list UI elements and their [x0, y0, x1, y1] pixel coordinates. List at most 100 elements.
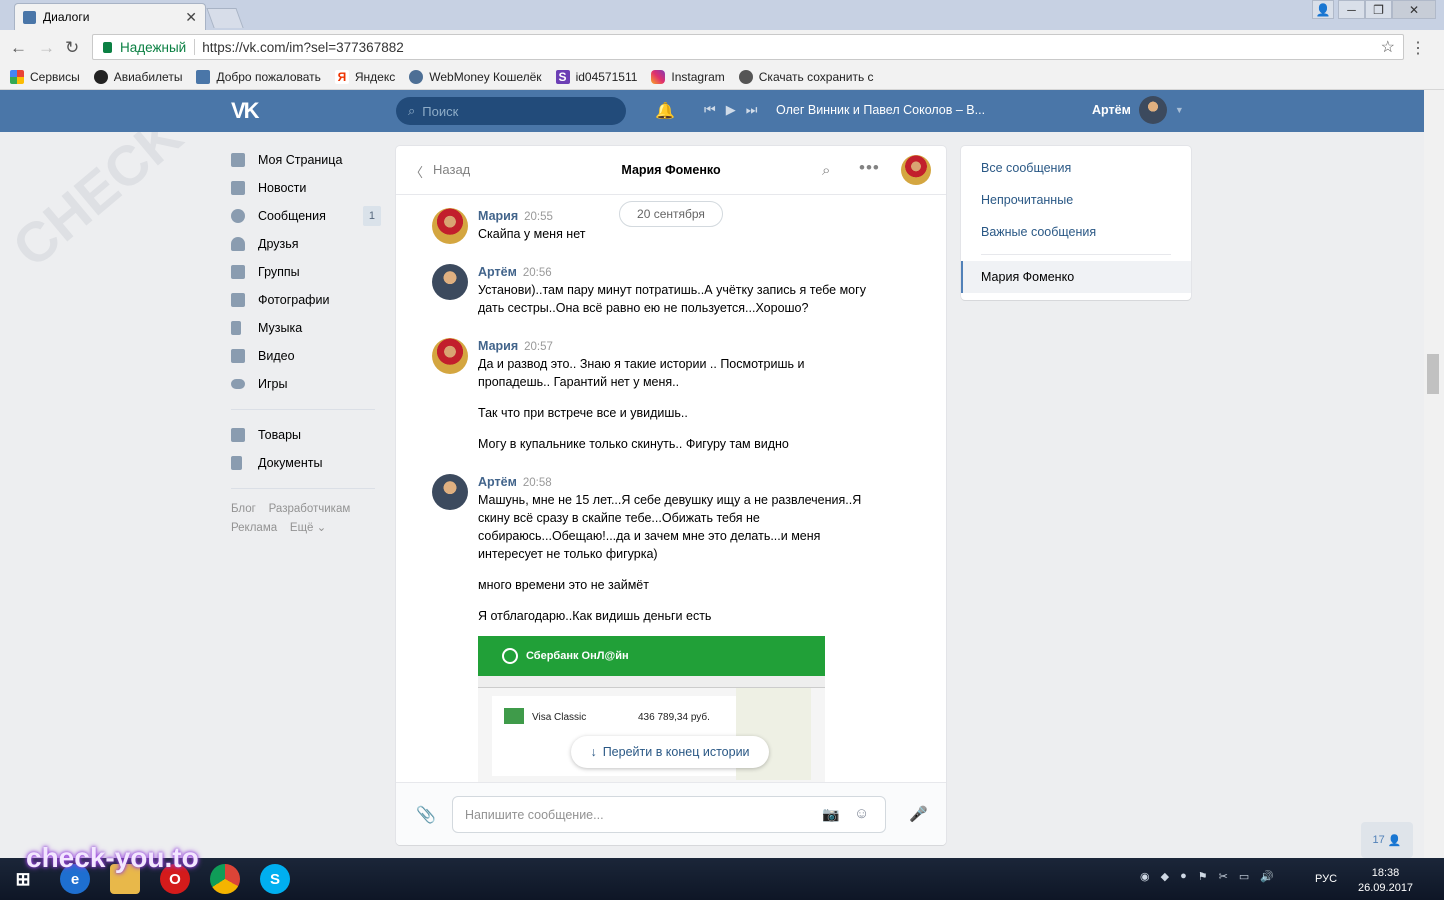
- sidebar-item-friends[interactable]: Друзья: [231, 230, 381, 258]
- go-to-end-button[interactable]: ↓ Перейти в конец истории: [571, 736, 769, 768]
- bookmark-label: Яндекс: [354, 69, 396, 84]
- reload-icon[interactable]: ↻: [65, 38, 79, 58]
- message-text: Машунь, мне не 15 лет...Я себе девушку и…: [478, 493, 862, 561]
- scrollbar-thumb[interactable]: [1427, 354, 1439, 394]
- webmoney-icon: [409, 69, 424, 84]
- sender-name[interactable]: Артём 20:56: [478, 265, 552, 279]
- sidebar-item-photos[interactable]: Фотографии: [231, 286, 381, 314]
- bookmark-star-icon[interactable]: ☆: [1381, 37, 1395, 57]
- chat-avatar[interactable]: [901, 155, 931, 185]
- page-scrollbar[interactable]: [1424, 90, 1444, 858]
- bookmark-item[interactable]: Sid04571511: [555, 69, 637, 84]
- bookmark-item[interactable]: Я Яндекс: [334, 69, 396, 84]
- arrow-down-icon: ↓: [590, 745, 597, 759]
- back-arrow-icon[interactable]: ←: [10, 38, 27, 58]
- new-tab-button[interactable]: [206, 8, 244, 28]
- sidebar-item-games[interactable]: Игры: [231, 370, 381, 398]
- messages-filter-panel: Все сообщения Непрочитанные Важные сообщ…: [961, 146, 1191, 300]
- tools-icon[interactable]: ✂: [1219, 870, 1228, 883]
- message-time: 20:55: [524, 211, 553, 223]
- close-window-button[interactable]: ✕: [1392, 0, 1436, 19]
- user-name: Артём: [1092, 103, 1131, 117]
- footer-link-ads[interactable]: Реклама: [231, 522, 277, 534]
- message-history[interactable]: Мария 20:55 Скайпа у меня нет Артём 20:56 …: [396, 196, 946, 782]
- forward-arrow-icon[interactable]: →: [38, 38, 55, 58]
- sender-name[interactable]: Артём 20:58: [478, 475, 552, 489]
- chevron-down-icon: ⌄: [316, 522, 327, 534]
- bookmark-item[interactable]: WebMoney Кошелёк: [409, 69, 542, 84]
- message-input-placeholder: Напишите сообщение...: [465, 807, 604, 822]
- volume-icon[interactable]: 🔊: [1260, 870, 1274, 883]
- vk-logo[interactable]: VK: [231, 98, 260, 124]
- search-input[interactable]: ⌕ Поиск: [396, 97, 626, 125]
- skype-icon[interactable]: S: [260, 864, 290, 894]
- chrome-icon[interactable]: [210, 864, 240, 894]
- sender-name[interactable]: Мария 20:57: [478, 339, 553, 353]
- sidebar-item-video[interactable]: Видео: [231, 342, 381, 370]
- filter-important[interactable]: Важные сообщения: [961, 216, 1191, 248]
- search-icon[interactable]: ⌕: [822, 162, 830, 179]
- notifications-bell-icon[interactable]: 🔔: [655, 101, 675, 121]
- footer-link-more[interactable]: Ещё: [290, 522, 314, 534]
- more-options-icon[interactable]: •••: [859, 158, 880, 178]
- play-icon[interactable]: ▶: [726, 102, 736, 118]
- filter-all-messages[interactable]: Все сообщения: [961, 152, 1191, 184]
- filter-unread[interactable]: Непрочитанные: [961, 184, 1191, 216]
- sender-name[interactable]: Мария 20:55: [478, 209, 553, 223]
- microphone-icon[interactable]: 🎤: [909, 805, 928, 823]
- language-indicator[interactable]: РУС: [1315, 873, 1337, 885]
- omni-separator: [194, 39, 196, 55]
- sidebar-item-news[interactable]: Новости: [231, 174, 381, 202]
- footer-link-developers[interactable]: Разработчикам: [269, 503, 351, 515]
- bookmarks-bar: Сервисы Авиабилеты Добро пожаловать Я Янд…: [0, 64, 1444, 90]
- tray-app-icon[interactable]: ◆: [1161, 870, 1169, 883]
- search-icon: ⌕: [408, 103, 416, 118]
- bookmark-item[interactable]: Авиабилеты: [93, 69, 183, 84]
- message-input[interactable]: Напишите сообщение...: [452, 796, 886, 833]
- close-tab-icon[interactable]: ✕: [185, 9, 197, 26]
- date-separator-pill: 20 сентября: [619, 201, 723, 227]
- bookmark-item[interactable]: Добро пожаловать: [196, 69, 321, 84]
- bookmark-label: WebMoney Кошелёк: [429, 69, 542, 84]
- sidebar-item-groups[interactable]: Группы: [231, 258, 381, 286]
- sidebar-item-documents[interactable]: Документы: [231, 449, 381, 477]
- viber-icon[interactable]: ◉: [1140, 870, 1150, 883]
- minimize-button[interactable]: ─: [1338, 0, 1365, 19]
- address-bar[interactable]: Надежный https://vk.com/im?sel=377367882…: [92, 34, 1404, 60]
- sidebar-item-my-page[interactable]: Моя Страница: [231, 146, 381, 174]
- prev-track-icon[interactable]: ⏮: [704, 102, 716, 118]
- clock[interactable]: 18:38 26.09.2017: [1358, 866, 1413, 896]
- online-friends-button[interactable]: 17 👤: [1361, 822, 1413, 858]
- footer-link-blog[interactable]: Блог: [231, 503, 256, 515]
- message-text: Установи)..там пару минут потратишь..А у…: [478, 283, 866, 315]
- emoji-icon[interactable]: ☺: [854, 805, 869, 822]
- network-icon[interactable]: ▭: [1239, 870, 1249, 883]
- sidebar-item-messages[interactable]: Сообщения 1: [231, 202, 381, 230]
- avatar[interactable]: [432, 474, 468, 510]
- next-track-icon[interactable]: ⏭: [746, 102, 758, 118]
- flag-icon[interactable]: ⚑: [1198, 870, 1208, 883]
- message-body: Установи)..там пару минут потратишь..А у…: [478, 281, 868, 330]
- avatar[interactable]: [432, 264, 468, 300]
- track-title[interactable]: Олег Винник и Павел Соколов – В...: [776, 103, 985, 117]
- maximize-button[interactable]: ❐: [1365, 0, 1392, 19]
- sidebar-item-music[interactable]: Музыка: [231, 314, 381, 342]
- user-menu[interactable]: Артём ▼: [1092, 96, 1184, 124]
- filter-active-conversation[interactable]: Мария Фоменко: [961, 261, 1191, 293]
- avatar[interactable]: [432, 208, 468, 244]
- sidebar-divider: [231, 488, 375, 489]
- browser-tab[interactable]: Диалоги ✕: [14, 3, 206, 30]
- skype-tray-icon[interactable]: ●: [1180, 870, 1187, 883]
- profile-icon[interactable]: 👤: [1312, 0, 1334, 19]
- sidebar-item-goods[interactable]: Товары: [231, 421, 381, 449]
- attach-clip-icon[interactable]: 📎: [416, 805, 436, 825]
- browser-menu-icon[interactable]: ⋮: [1410, 38, 1426, 58]
- bookmark-label: Авиабилеты: [113, 69, 183, 84]
- bookmark-item[interactable]: Сервисы: [10, 69, 80, 84]
- document-icon: [231, 456, 242, 470]
- camera-icon[interactable]: 📷: [822, 806, 839, 823]
- avatar[interactable]: [432, 338, 468, 374]
- message-icon: [231, 209, 245, 223]
- bookmark-item[interactable]: Instagram: [651, 69, 725, 84]
- bookmark-item[interactable]: Скачать сохранить с: [738, 69, 874, 84]
